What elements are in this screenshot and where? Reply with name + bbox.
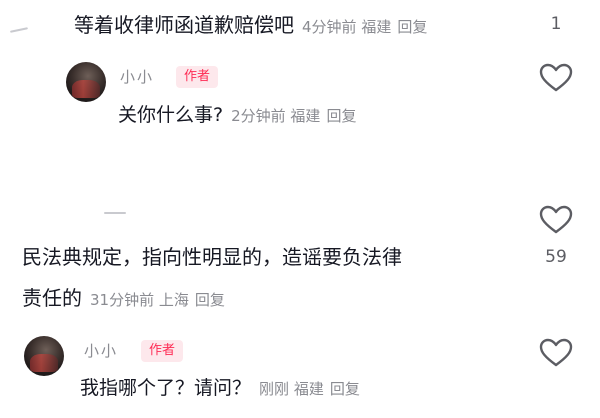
top-left-mark	[9, 27, 29, 33]
reply-text: 关你什么事?	[118, 104, 224, 126]
reply-button[interactable]: 回复	[397, 18, 427, 36]
reply-location: 福建	[290, 107, 321, 125]
avatar[interactable]	[24, 336, 64, 376]
comment-text: 等着收律师函道歉赔偿吧	[74, 13, 294, 37]
comment-location: 上海	[158, 291, 189, 309]
reply-meta: 2分钟前 福建 回复	[231, 107, 356, 125]
comment-2-line-2: 责任的 31分钟前 上海 回复	[22, 282, 225, 314]
username[interactable]: 小小	[120, 66, 154, 87]
avatar[interactable]	[66, 62, 106, 102]
comment-time: 4分钟前	[302, 18, 357, 36]
reply-2: 我指哪个了？请问？ 刚刚 福建 回复	[80, 372, 360, 404]
heart-outline-icon[interactable]	[539, 205, 573, 235]
comment-1: 等着收律师函道歉赔偿吧 4分钟前 福建 回复	[74, 10, 427, 40]
username-placeholder	[104, 212, 126, 214]
reply-text: 我指哪个了？请问？	[80, 377, 252, 399]
like-count: 1	[550, 14, 562, 34]
username[interactable]: 小小	[84, 340, 118, 361]
heart-outline-icon[interactable]	[539, 338, 573, 368]
comment-time: 31分钟前	[90, 291, 155, 309]
reply-time: 刚刚	[259, 380, 290, 398]
author-badge: 作者	[176, 66, 219, 88]
like-count: 59	[545, 247, 567, 267]
reply-location: 福建	[293, 380, 324, 398]
heart-outline-icon[interactable]	[539, 63, 573, 93]
reply-time: 2分钟前	[231, 107, 286, 125]
reply-1: 关你什么事? 2分钟前 福建 回复	[118, 100, 356, 130]
comment-text-line-1: 民法典规定，指向性明显的，造谣要负法律	[22, 245, 402, 269]
reply-button[interactable]: 回复	[326, 107, 356, 125]
comment-text-line-2: 责任的	[22, 286, 82, 310]
author-badge: 作者	[141, 340, 184, 362]
reply-meta: 刚刚 福建 回复	[259, 380, 360, 398]
comment-meta: 31分钟前 上海 回复	[90, 291, 225, 309]
comment-meta: 4分钟前 福建 回复	[302, 18, 427, 36]
reply-button[interactable]: 回复	[330, 380, 360, 398]
comment-location: 福建	[361, 18, 392, 36]
reply-button[interactable]: 回复	[195, 291, 225, 309]
